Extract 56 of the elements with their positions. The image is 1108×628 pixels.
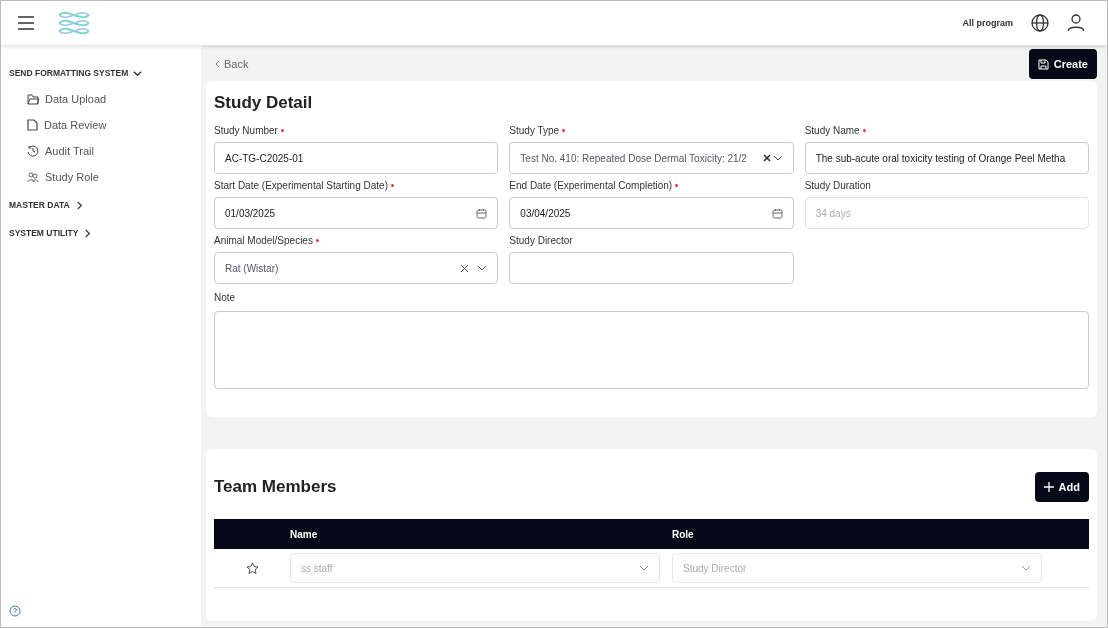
user-icon[interactable] — [1067, 14, 1085, 32]
field-label: End Date (Experimental Completion) — [509, 180, 673, 193]
field-label: Animal Model/Species — [214, 235, 313, 248]
sidebar-item[interactable]: Audit Trail — [45, 145, 94, 157]
column-header: Name — [290, 528, 319, 540]
chevron-down-icon — [639, 565, 649, 571]
chevron-down-icon — [477, 265, 488, 271]
column-header: Role — [672, 528, 695, 540]
globe-icon[interactable] — [1031, 14, 1049, 32]
users-icon — [27, 171, 39, 183]
input-field[interactable]: The sub-acute oral toxicity testing of Orange Peel Metha — [804, 142, 1089, 174]
input-field[interactable]: 03/04/2025 — [509, 197, 794, 229]
clear-icon[interactable] — [762, 154, 771, 162]
file-icon — [27, 119, 38, 131]
star-icon[interactable] — [245, 561, 259, 575]
field-label: Study Number — [214, 125, 278, 138]
chevron-down-icon — [1021, 565, 1031, 571]
section-title: Team Members — [214, 477, 337, 497]
sidebar-section[interactable]: SYSTEM UTILITY — [9, 219, 201, 247]
input-field[interactable] — [509, 252, 794, 284]
sidebar-item[interactable]: Data Upload — [45, 93, 107, 105]
input-field[interactable]: 01/03/2025 — [214, 197, 499, 229]
field-label: Study Duration — [804, 180, 871, 193]
sidebar-item[interactable]: Data Review — [44, 119, 107, 131]
sidebar-section[interactable]: MASTER DATA — [9, 191, 201, 219]
save-icon — [1037, 58, 1049, 70]
chevron-down-icon — [772, 155, 783, 161]
note-field[interactable] — [214, 311, 1089, 389]
add-button[interactable]: Add — [1034, 472, 1089, 502]
input-field[interactable]: Test No. 410: Repeated Dose Dermal Toxicity: 21/2 — [509, 142, 794, 174]
field-label: Study Type — [509, 125, 560, 138]
sidebar-section[interactable]: SEND FORMATTING SYSTEM — [9, 59, 201, 87]
help-icon[interactable] — [9, 605, 21, 617]
logo-icon — [57, 9, 91, 37]
field-label: Start Date (Experimental Starting Date) — [214, 180, 388, 193]
field-label: Study Name — [804, 125, 860, 138]
program-selector[interactable]: All program — [962, 18, 1013, 28]
history-icon — [27, 145, 39, 157]
field-label: Study Director — [509, 235, 573, 248]
sidebar-item[interactable]: Study Role — [45, 171, 99, 183]
caret-icon — [133, 68, 143, 78]
caret-icon — [74, 200, 84, 210]
section-title: Study Detail — [214, 93, 314, 113]
input-field[interactable]: AC-TG-C2025-01 — [214, 142, 499, 174]
calendar-icon — [771, 207, 783, 219]
plus-icon — [1043, 482, 1054, 492]
caret-icon — [83, 228, 93, 238]
chevron-left-icon — [214, 60, 220, 68]
create-button[interactable]: Create — [1028, 49, 1097, 79]
folder-icon — [27, 93, 39, 105]
clear-icon[interactable] — [460, 263, 470, 273]
input-field[interactable]: Rat (Wistar) — [214, 252, 499, 284]
field-label: Note — [214, 292, 236, 305]
menu-icon[interactable] — [17, 16, 35, 30]
back-link[interactable]: Back — [214, 58, 249, 70]
calendar-icon — [476, 207, 488, 219]
